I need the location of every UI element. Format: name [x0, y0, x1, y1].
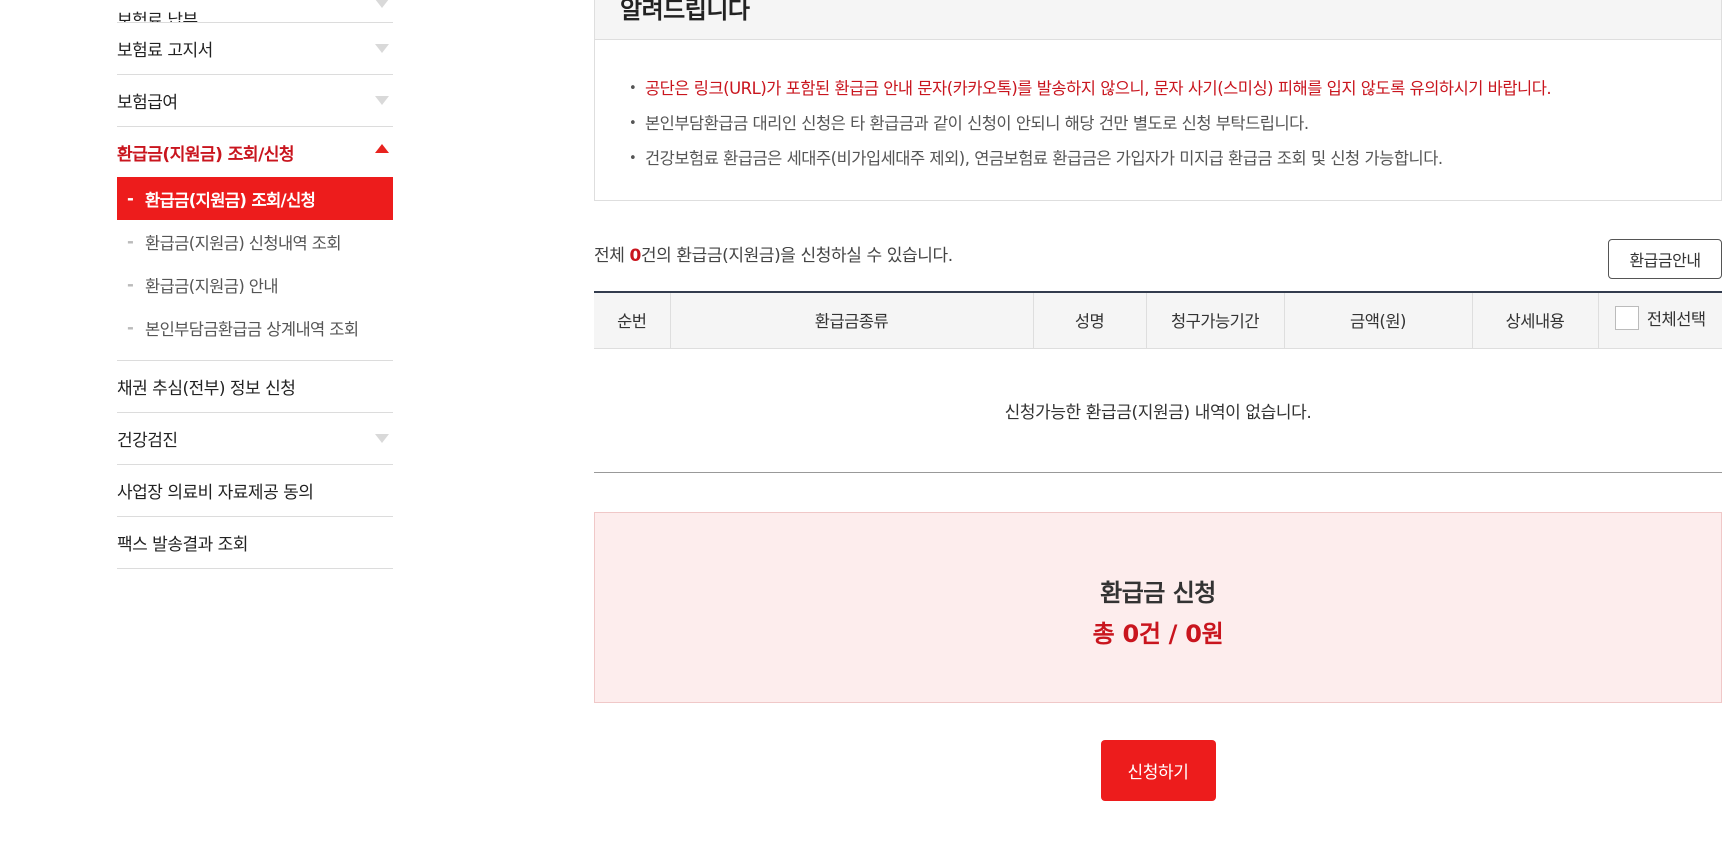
refund-table: 순번 환급금종류 성명 청구가능기간 금액(원) 상세내용 전체선택 신청가능한… — [594, 291, 1722, 473]
summary-row: 전체 0건의 환급금(지원금)을 신청하실 수 있습니다. 환급금안내 — [594, 201, 1722, 291]
sidebar-item-premium-payment[interactable]: 보험료 납부 — [117, 0, 393, 23]
sidebar-item-label: 사업장 의료비 자료제공 동의 — [117, 483, 314, 503]
dash-icon: - — [127, 189, 134, 208]
submenu-item-refund-inquiry[interactable]: - 환급금(지원금) 조회/신청 — [117, 177, 393, 220]
dash-icon: - — [127, 275, 134, 294]
sidebar-item-debt-collection[interactable]: 채권 추심(전부) 정보 신청 — [117, 361, 393, 413]
sidebar-item-premium-notice[interactable]: 보험료 고지서 — [117, 23, 393, 75]
dash-icon: - — [127, 318, 134, 337]
col-header-amount: 금액(원) — [1283, 292, 1472, 349]
sidebar-item-label: 보험료 고지서 — [117, 41, 213, 61]
select-all-label: 전체선택 — [1646, 310, 1706, 330]
sidebar-item-label: 채권 추심(전부) 정보 신청 — [117, 379, 296, 399]
chevron-down-icon — [375, 433, 389, 443]
chevron-down-icon — [375, 0, 389, 8]
submenu-item-refund-guide[interactable]: - 환급금(지원금) 안내 — [117, 263, 393, 306]
notice-header: 알려드립니다 — [594, 0, 1722, 40]
apply-submit-button[interactable]: 신청하기 — [1100, 739, 1216, 801]
apply-total: 총 0건 / 0원 — [1092, 619, 1224, 648]
sidebar-item-label: 보험급여 — [117, 93, 178, 113]
empty-message: 신청가능한 환급금(지원금) 내역이 없습니다. — [594, 348, 1722, 473]
notice-line-smishing: 공단은 링크(URL)가 포함된 환급금 안내 문자(카카오톡)를 발송하지 않… — [629, 71, 1721, 106]
notice-line-eligibility: 건강보험료 환급금은 세대주(비가입세대주 제외), 연금보험료 환급금은 가입… — [629, 141, 1721, 176]
submit-wrap: 신청하기 — [594, 739, 1722, 801]
notice-title: 알려드립니다 — [620, 0, 750, 24]
select-all-checkbox[interactable] — [1614, 306, 1639, 331]
sidebar-item-label: 환급금(지원금) 조회/신청 — [117, 144, 295, 165]
apply-summary-box: 환급금 신청 총 0건 / 0원 — [594, 511, 1722, 703]
submenu-item-offset-history[interactable]: - 본인부담금환급금 상계내역 조회 — [117, 306, 393, 349]
sidebar-item-label: 건강검진 — [117, 431, 178, 451]
notice-body: 공단은 링크(URL)가 포함된 환급금 안내 문자(카카오톡)를 발송하지 않… — [594, 40, 1722, 201]
apply-title: 환급금 신청 — [1100, 578, 1216, 607]
sidebar-item-fax-result[interactable]: 팩스 발송결과 조회 — [117, 517, 393, 569]
table-header-row: 순번 환급금종류 성명 청구가능기간 금액(원) 상세내용 전체선택 — [594, 292, 1722, 349]
sidebar-submenu: - 환급금(지원금) 조회/신청 - 환급금(지원금) 신청내역 조회 - 환급… — [117, 177, 393, 361]
submenu-item-refund-history[interactable]: - 환급금(지원금) 신청내역 조회 — [117, 220, 393, 263]
col-header-select-all: 전체선택 — [1597, 292, 1722, 349]
col-header-detail: 상세내용 — [1471, 292, 1598, 349]
submenu-item-label: 본인부담금환급금 상계내역 조회 — [145, 319, 359, 339]
col-header-number: 순번 — [594, 292, 670, 349]
dash-icon: - — [127, 232, 134, 251]
refund-guide-button[interactable]: 환급금안내 — [1608, 239, 1722, 279]
submenu-item-label: 환급금(지원금) 조회/신청 — [145, 190, 316, 210]
refund-count: 0 — [629, 246, 641, 266]
count-suffix: 건의 환급금(지원금)을 신청하실 수 있습니다. — [640, 246, 953, 266]
chevron-up-icon — [375, 144, 389, 153]
sidebar-item-label: 보험료 납부 — [117, 11, 198, 23]
page: 보험료 납부 보험료 고지서 보험급여 환급금(지원금) 조회/신청 - 환급금… — [0, 0, 1728, 860]
sidebar-item-insurance-benefit[interactable]: 보험급여 — [117, 75, 393, 127]
table-row: 신청가능한 환급금(지원금) 내역이 없습니다. — [594, 348, 1722, 473]
chevron-down-icon — [375, 95, 389, 105]
submenu-item-label: 환급금(지원금) 신청내역 조회 — [145, 233, 342, 253]
sidebar-item-refund-inquiry[interactable]: 환급금(지원금) 조회/신청 — [117, 127, 393, 177]
submenu-item-label: 환급금(지원금) 안내 — [145, 276, 279, 296]
sidebar-item-medical-consent[interactable]: 사업장 의료비 자료제공 동의 — [117, 465, 393, 517]
select-all-wrapper[interactable]: 전체선택 — [1614, 306, 1706, 331]
main-content: 알려드립니다 공단은 링크(URL)가 포함된 환급금 안내 문자(카카오톡)를… — [594, 0, 1722, 801]
count-prefix: 전체 — [594, 246, 630, 266]
sidebar-item-health-checkup[interactable]: 건강검진 — [117, 413, 393, 465]
chevron-down-icon — [375, 43, 389, 53]
col-header-type: 환급금종류 — [669, 292, 1033, 349]
col-header-period: 청구가능기간 — [1145, 292, 1284, 349]
refund-count-text: 전체 0건의 환급금(지원금)을 신청하실 수 있습니다. — [594, 241, 953, 266]
notice-line-proxy: 본인부담환급금 대리인 신청은 타 환급금과 같이 신청이 안되니 해당 건만 … — [629, 106, 1721, 141]
sidebar-item-label: 팩스 발송결과 조회 — [117, 535, 248, 555]
sidebar-nav: 보험료 납부 보험료 고지서 보험급여 환급금(지원금) 조회/신청 - 환급금… — [117, 0, 393, 569]
col-header-name: 성명 — [1032, 292, 1146, 349]
